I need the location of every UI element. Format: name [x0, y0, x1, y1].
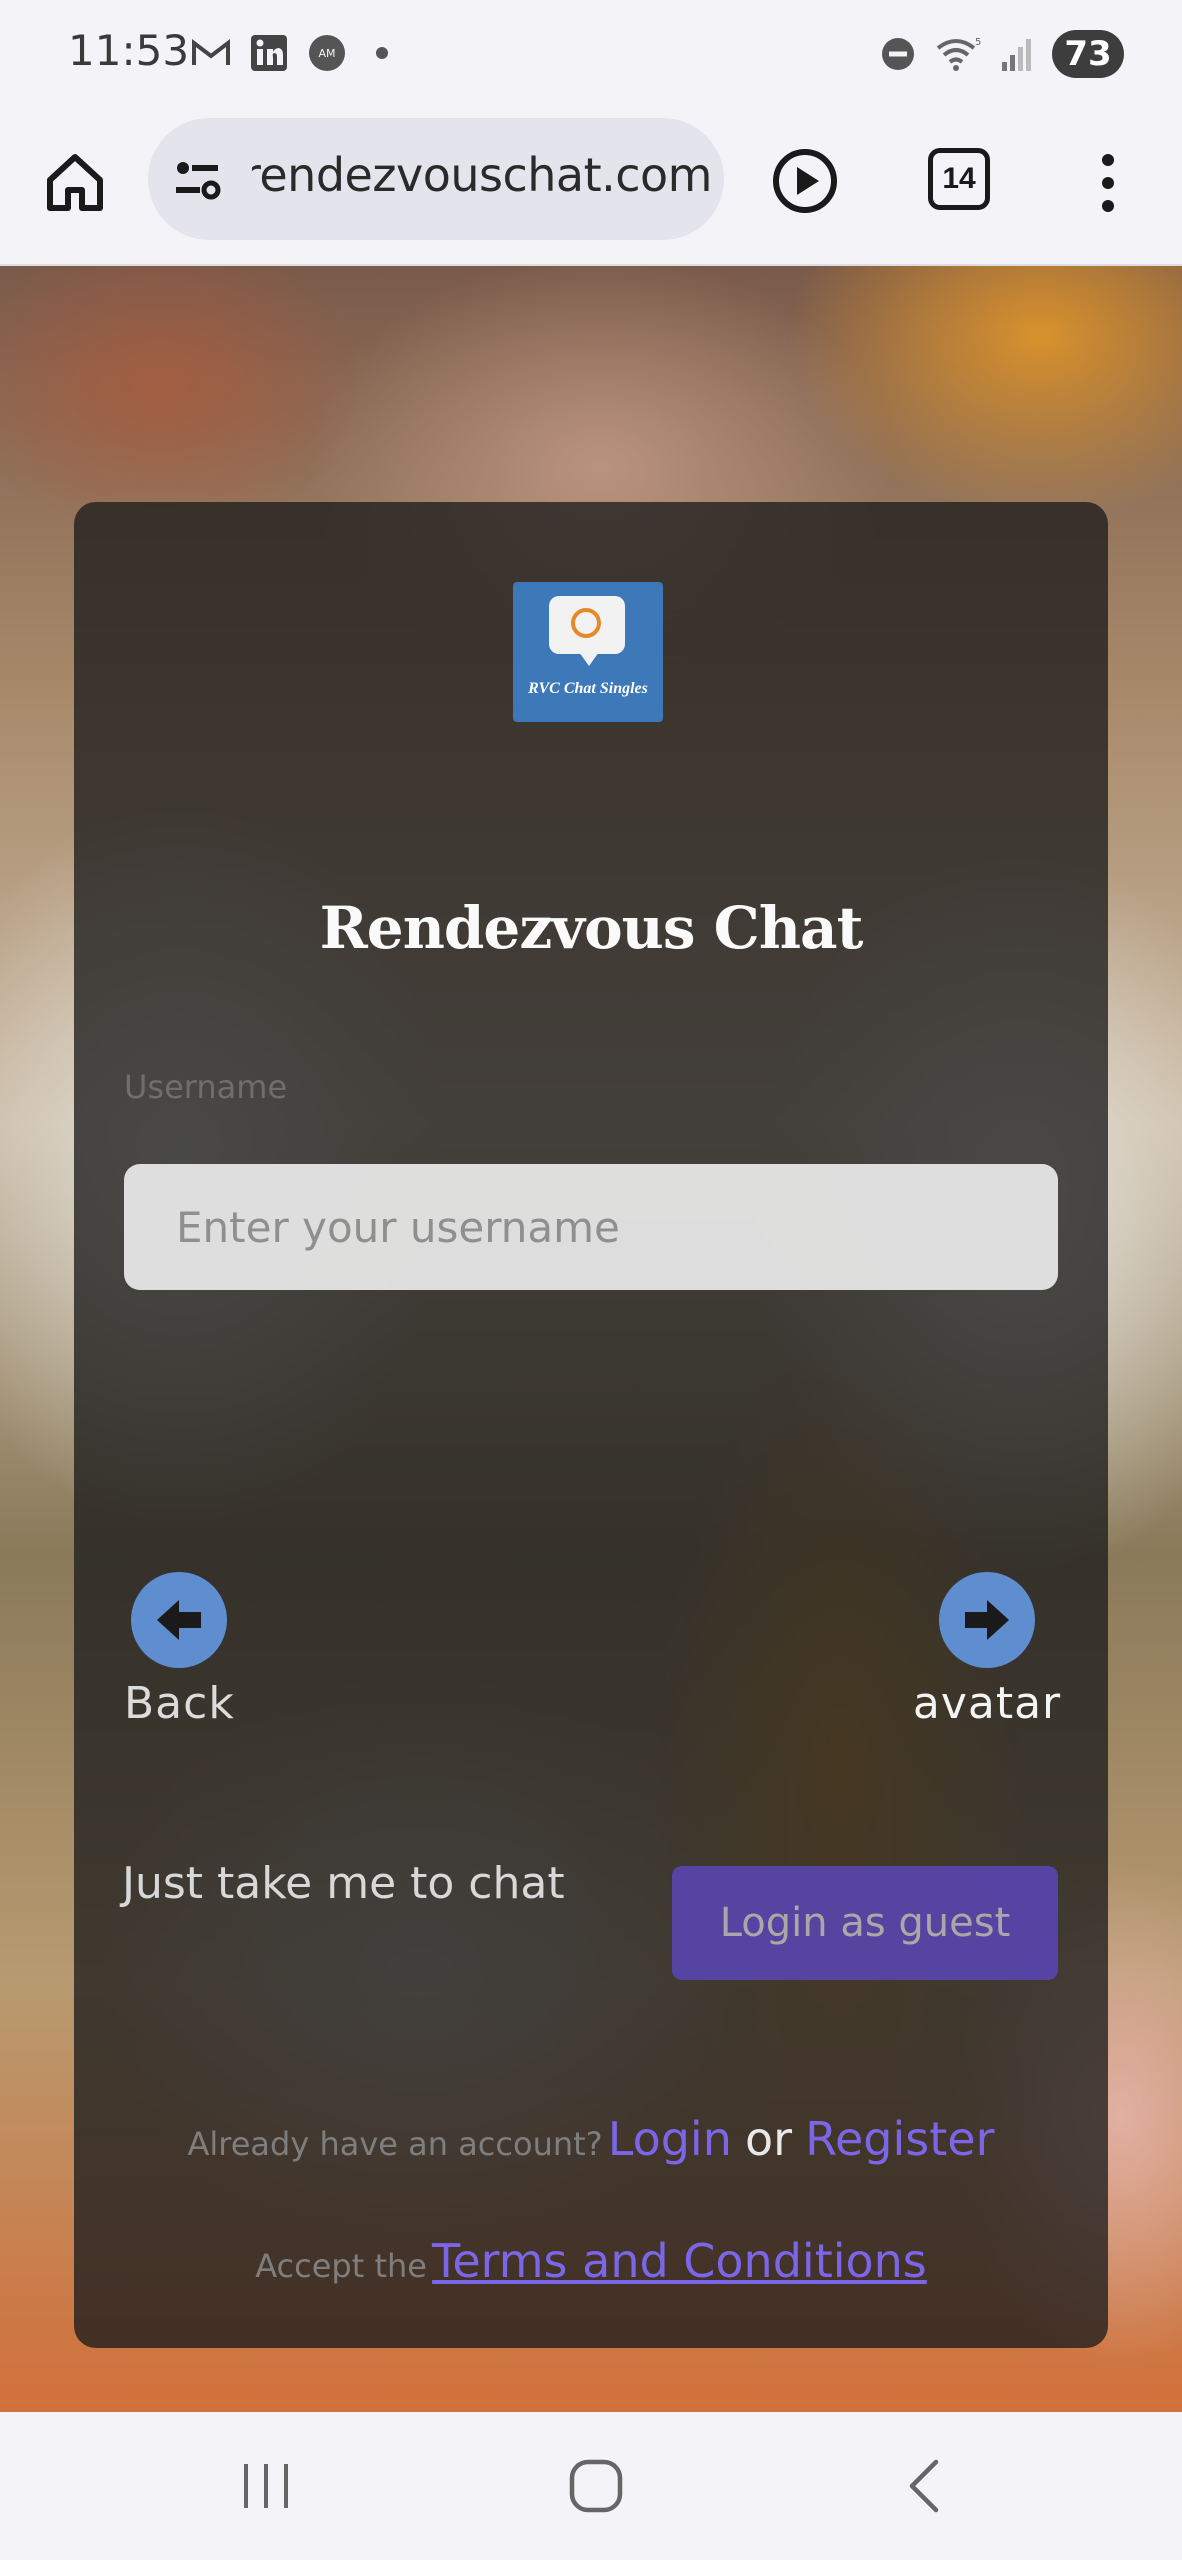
site-settings-button[interactable] — [172, 154, 224, 206]
do-not-disturb-icon — [882, 38, 914, 70]
status-bar: 11:53 AM 5 73 — [0, 0, 1182, 112]
signal-icon — [1002, 39, 1031, 71]
home-nav-button[interactable] — [566, 2456, 626, 2516]
or-text: or — [744, 2112, 793, 2166]
username-input[interactable] — [124, 1164, 1058, 1290]
login-card: RVC Chat Singles Rendezvous Chat Usernam… — [74, 502, 1108, 2348]
tune-icon — [176, 162, 221, 200]
back-nav-button[interactable] — [896, 2456, 956, 2516]
chat-bubble-icon — [549, 596, 625, 666]
page-title: Rendezvous Chat — [319, 894, 864, 962]
wifi-icon: 5 — [936, 37, 981, 71]
linkedin-icon — [248, 34, 290, 72]
gmail-icon — [190, 34, 232, 72]
arrow-right-icon — [939, 1572, 1035, 1668]
site-logo: RVC Chat Singles — [513, 582, 663, 722]
login-as-guest-button[interactable]: Login as guest — [672, 1866, 1058, 1980]
page-background: RVC Chat Singles Rendezvous Chat Usernam… — [0, 266, 1182, 2412]
account-links: Already have an account? Login or Regist… — [74, 2112, 1108, 2166]
avatar-next-button[interactable]: avatar — [912, 1572, 1062, 1729]
system-navigation-bar — [0, 2412, 1182, 2560]
url-text[interactable]: rendezvouschat.com — [252, 148, 712, 202]
notification-icons: AM — [190, 34, 388, 72]
terms-prompt: Accept the — [255, 2247, 427, 2285]
back-button[interactable]: Back — [124, 1572, 234, 1729]
browser-toolbar: rendezvouschat.com 14 — [0, 112, 1182, 266]
recents-icon — [244, 2464, 288, 2508]
register-link[interactable]: Register — [805, 2112, 994, 2166]
status-time: 11:53 — [68, 26, 190, 75]
amex-icon: AM — [306, 34, 348, 72]
chevron-left-icon — [909, 2459, 939, 2513]
guest-prompt: Just take me to chat — [122, 1858, 565, 1909]
home-icon — [47, 154, 103, 211]
home-button[interactable] — [40, 148, 110, 218]
play-icon — [773, 149, 837, 213]
browser-menu-button[interactable] — [1088, 148, 1128, 218]
tab-switcher-button[interactable]: 14 — [928, 148, 990, 210]
back-label: Back — [124, 1678, 235, 1729]
system-icons: 5 73 — [880, 30, 1124, 78]
svg-text:5: 5 — [975, 37, 981, 48]
play-button[interactable] — [770, 146, 840, 216]
avatar-label: avatar — [912, 1678, 1062, 1729]
login-link[interactable]: Login — [608, 2112, 732, 2166]
terms-link[interactable]: Terms and Conditions — [432, 2234, 927, 2288]
recents-button[interactable] — [236, 2456, 296, 2516]
arrow-left-icon — [131, 1572, 227, 1668]
account-prompt: Already have an account? — [187, 2125, 603, 2163]
terms-line: Accept the Terms and Conditions — [74, 2234, 1108, 2288]
home-circle-icon — [569, 2459, 623, 2513]
logo-text: RVC Chat Singles — [528, 680, 648, 697]
username-label: Username — [124, 1068, 288, 1106]
more-notifications-dot — [376, 47, 388, 59]
address-bar[interactable]: rendezvouschat.com — [148, 118, 724, 240]
svg-text:AM: AM — [318, 47, 335, 60]
more-vert-icon — [1102, 154, 1114, 212]
battery-indicator: 73 — [1052, 30, 1124, 78]
